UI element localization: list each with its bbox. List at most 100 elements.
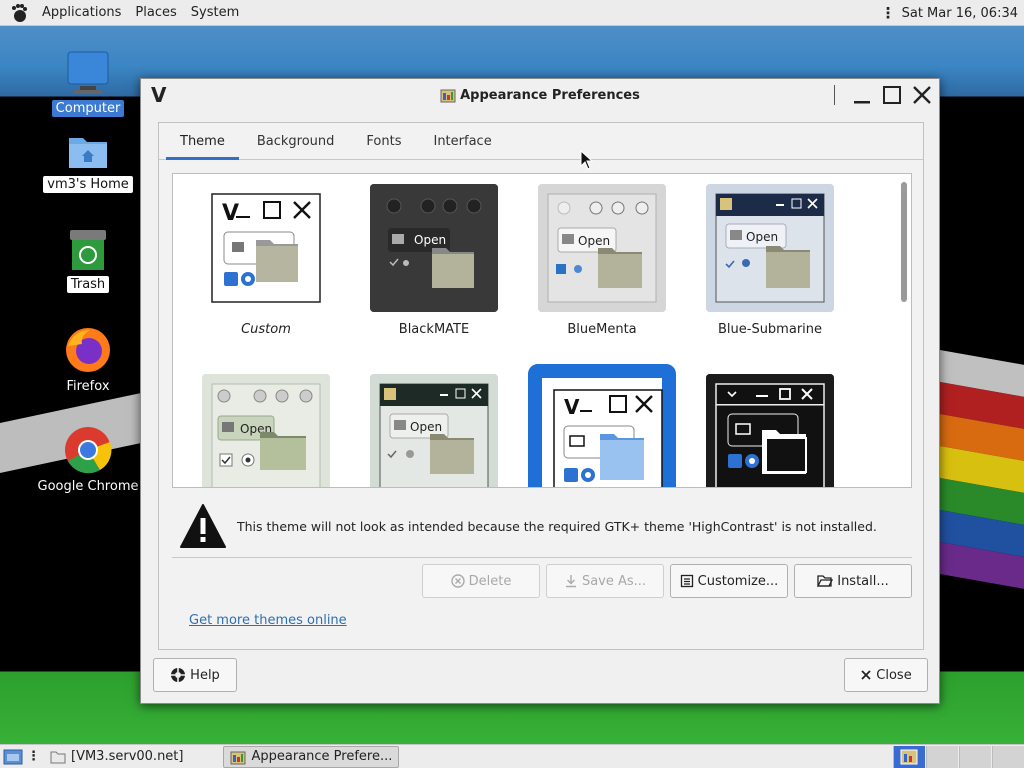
- panel-menu-icon[interactable]: ⋮: [881, 4, 896, 22]
- tab-background[interactable]: Background: [241, 123, 351, 159]
- theme-item[interactable]: Open: [201, 374, 331, 487]
- customize-icon: [680, 574, 693, 588]
- tab-interface[interactable]: Interface: [417, 123, 507, 159]
- maximize-button[interactable]: [879, 83, 905, 107]
- window-title-text: Appearance Preferences: [460, 87, 640, 103]
- minimize-icon: [854, 101, 870, 104]
- close-button[interactable]: Close: [844, 658, 928, 692]
- theme-preview: Open: [706, 184, 834, 312]
- highcontrast-preview-icon: V: [534, 370, 670, 487]
- taskbar-item-label: [VM3.serv00.net]: [71, 749, 184, 764]
- delete-label: Delete: [468, 573, 512, 589]
- workspace-window-icon: [900, 749, 918, 765]
- computer-icon: [67, 51, 109, 94]
- workspace-4[interactable]: [992, 746, 1024, 768]
- svg-text:Open: Open: [578, 234, 610, 248]
- desktop-icon-label: Computer: [51, 100, 125, 117]
- workspace-2[interactable]: [926, 746, 958, 768]
- folder-open-icon: [817, 575, 834, 587]
- taskbar-item-appearance[interactable]: Appearance Prefere...: [223, 745, 400, 768]
- theme-preview-icon: Open: [202, 374, 330, 487]
- warning-text: This theme will not look as intended bec…: [237, 518, 877, 534]
- menu-applications[interactable]: Applications: [35, 5, 128, 20]
- chrome-icon: [65, 427, 112, 474]
- desktop-icon-chrome[interactable]: Google Chrome: [33, 426, 143, 495]
- theme-preview: [706, 374, 834, 487]
- customize-label: Customize...: [697, 573, 779, 589]
- theme-bluementa[interactable]: Open BlueMenta: [537, 184, 667, 337]
- workspace-3[interactable]: [959, 746, 991, 768]
- appearance-icon: [440, 89, 456, 103]
- delete-icon: [450, 574, 465, 588]
- desktop-icon-home[interactable]: vm3's Home: [38, 130, 138, 193]
- delete-button[interactable]: Delete: [422, 564, 540, 598]
- folder-icon: [50, 751, 66, 763]
- desktop-icon-computer[interactable]: Computer: [38, 50, 138, 117]
- warning-icon: [180, 504, 226, 548]
- desktop-icon-label: Trash: [66, 276, 110, 293]
- theme-list[interactable]: V Custom Open BlackMATE Open BlueMenta O…: [172, 173, 912, 488]
- content-panel: Theme Background Fonts Interface V Custo…: [158, 122, 924, 650]
- menu-system[interactable]: System: [184, 5, 246, 20]
- titlebar-separator: [834, 85, 835, 105]
- menu-places[interactable]: Places: [128, 5, 183, 20]
- taskbar-item-file-manager[interactable]: [VM3.serv00.net]: [44, 746, 189, 768]
- taskbar-handle-icon[interactable]: ⋮: [27, 749, 40, 764]
- install-button[interactable]: Install...: [794, 564, 912, 598]
- help-label: Help: [190, 667, 220, 683]
- tab-theme[interactable]: Theme: [164, 123, 241, 160]
- workspace-1[interactable]: [893, 746, 925, 768]
- theme-list-scrollbar[interactable]: [901, 182, 907, 302]
- theme-preview: Open: [538, 184, 666, 312]
- download-icon: [565, 575, 576, 588]
- theme-high-contrast[interactable]: V: [528, 364, 676, 487]
- divider: [172, 557, 912, 558]
- bottom-taskbar: ⋮ [VM3.serv00.net] Appearance Prefere...: [0, 744, 1024, 768]
- theme-preview: V: [202, 184, 330, 312]
- theme-preview: V: [528, 364, 676, 487]
- theme-name: Custom: [241, 322, 291, 337]
- theme-name: Blue-Submarine: [717, 322, 823, 337]
- close-window-button[interactable]: [909, 83, 935, 107]
- desktop-icon-firefox[interactable]: Firefox: [38, 326, 138, 395]
- minimize-button[interactable]: [849, 83, 875, 107]
- desktop-icon-label: Google Chrome: [33, 478, 143, 495]
- theme-item[interactable]: Open: [369, 374, 499, 487]
- svg-text:Open: Open: [410, 420, 442, 434]
- taskbar-item-label: Appearance Prefere...: [251, 749, 393, 764]
- save-as-button[interactable]: Save As...: [546, 564, 664, 598]
- close-x-icon: [861, 670, 871, 680]
- theme-high-contrast-inverse[interactable]: [705, 374, 835, 487]
- theme-blue-submarine[interactable]: Open Blue-Submarine: [705, 184, 835, 337]
- appearance-icon: [230, 751, 246, 764]
- window-title: Appearance Preferences: [440, 87, 640, 103]
- theme-preview-icon: Open: [370, 374, 498, 487]
- svg-text:Open: Open: [746, 230, 778, 244]
- app-icon: V: [151, 83, 167, 107]
- trash-icon: [70, 230, 106, 270]
- firefox-icon: [66, 328, 110, 372]
- window-titlebar[interactable]: V Appearance Preferences: [141, 79, 939, 111]
- custom-preview-icon: V: [211, 193, 321, 303]
- desktop-icon-trash[interactable]: Trash: [38, 228, 138, 293]
- gnome-foot-icon[interactable]: [9, 3, 29, 23]
- theme-name: BlackMATE: [398, 322, 470, 337]
- theme-warning: This theme will not look as intended bec…: [179, 503, 877, 549]
- theme-preview: Open: [202, 374, 330, 487]
- customize-button[interactable]: Customize...: [670, 564, 788, 598]
- get-more-themes-link[interactable]: Get more themes online: [189, 613, 347, 628]
- highcontrast-inverse-preview-icon: [706, 374, 834, 487]
- theme-preview: Open: [370, 374, 498, 487]
- preview-open-label: Open: [414, 233, 446, 247]
- appearance-preferences-window: V Appearance Preferences Theme Backgroun…: [140, 78, 940, 704]
- desktop-icon-label: Firefox: [62, 378, 114, 395]
- theme-blackmate[interactable]: Open BlackMATE: [369, 184, 499, 337]
- desktop-icon-label: vm3's Home: [43, 176, 133, 193]
- maximize-icon: [883, 86, 901, 104]
- clock[interactable]: Sat Mar 16, 06:34: [902, 6, 1018, 21]
- theme-preview: Open: [370, 184, 498, 312]
- theme-custom[interactable]: V Custom: [201, 184, 331, 337]
- help-button[interactable]: Help: [153, 658, 237, 692]
- tab-fonts[interactable]: Fonts: [350, 123, 417, 159]
- show-desktop-icon[interactable]: [3, 748, 23, 766]
